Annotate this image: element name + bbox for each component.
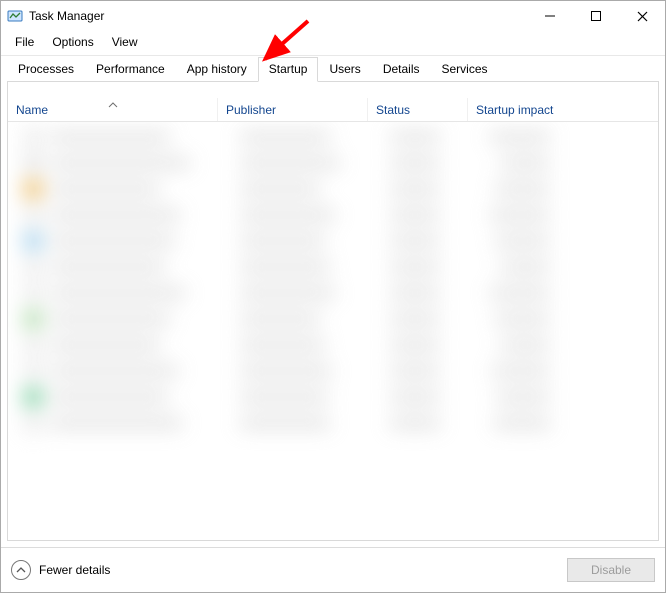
window-controls bbox=[527, 1, 665, 31]
menubar: File Options View bbox=[1, 31, 665, 55]
titlebar: Task Manager bbox=[1, 1, 665, 31]
chevron-up-icon bbox=[11, 560, 31, 580]
startup-list[interactable] bbox=[8, 122, 658, 540]
tab-performance[interactable]: Performance bbox=[85, 57, 176, 82]
menu-view[interactable]: View bbox=[104, 33, 146, 51]
column-name[interactable]: Name bbox=[8, 98, 218, 121]
tab-users[interactable]: Users bbox=[318, 57, 371, 82]
tab-processes[interactable]: Processes bbox=[7, 57, 85, 82]
column-startup-impact[interactable]: Startup impact bbox=[468, 98, 598, 121]
fewer-details-label: Fewer details bbox=[39, 563, 110, 577]
tab-app-history[interactable]: App history bbox=[176, 57, 258, 82]
sort-ascending-icon bbox=[108, 97, 118, 111]
tabstrip: Processes Performance App history Startu… bbox=[1, 55, 665, 81]
column-name-label: Name bbox=[16, 103, 48, 117]
minimize-button[interactable] bbox=[527, 1, 573, 31]
tab-startup[interactable]: Startup bbox=[258, 57, 319, 82]
column-publisher-label: Publisher bbox=[226, 103, 276, 117]
app-icon bbox=[7, 8, 23, 24]
fewer-details-button[interactable]: Fewer details bbox=[11, 560, 110, 580]
window-title: Task Manager bbox=[29, 9, 527, 23]
disable-button[interactable]: Disable bbox=[567, 558, 655, 582]
column-headers: Name Publisher Status Startup impact bbox=[8, 98, 658, 122]
footer: Fewer details Disable bbox=[1, 548, 665, 592]
menu-file[interactable]: File bbox=[7, 33, 42, 51]
column-publisher[interactable]: Publisher bbox=[218, 98, 368, 121]
blurred-content bbox=[16, 124, 650, 538]
tab-services[interactable]: Services bbox=[431, 57, 499, 82]
tab-details[interactable]: Details bbox=[372, 57, 431, 82]
column-startup-impact-label: Startup impact bbox=[476, 103, 553, 117]
startup-panel: Name Publisher Status Startup impact bbox=[7, 81, 659, 541]
close-button[interactable] bbox=[619, 1, 665, 31]
column-status[interactable]: Status bbox=[368, 98, 468, 121]
column-status-label: Status bbox=[376, 103, 410, 117]
menu-options[interactable]: Options bbox=[44, 33, 101, 51]
maximize-button[interactable] bbox=[573, 1, 619, 31]
